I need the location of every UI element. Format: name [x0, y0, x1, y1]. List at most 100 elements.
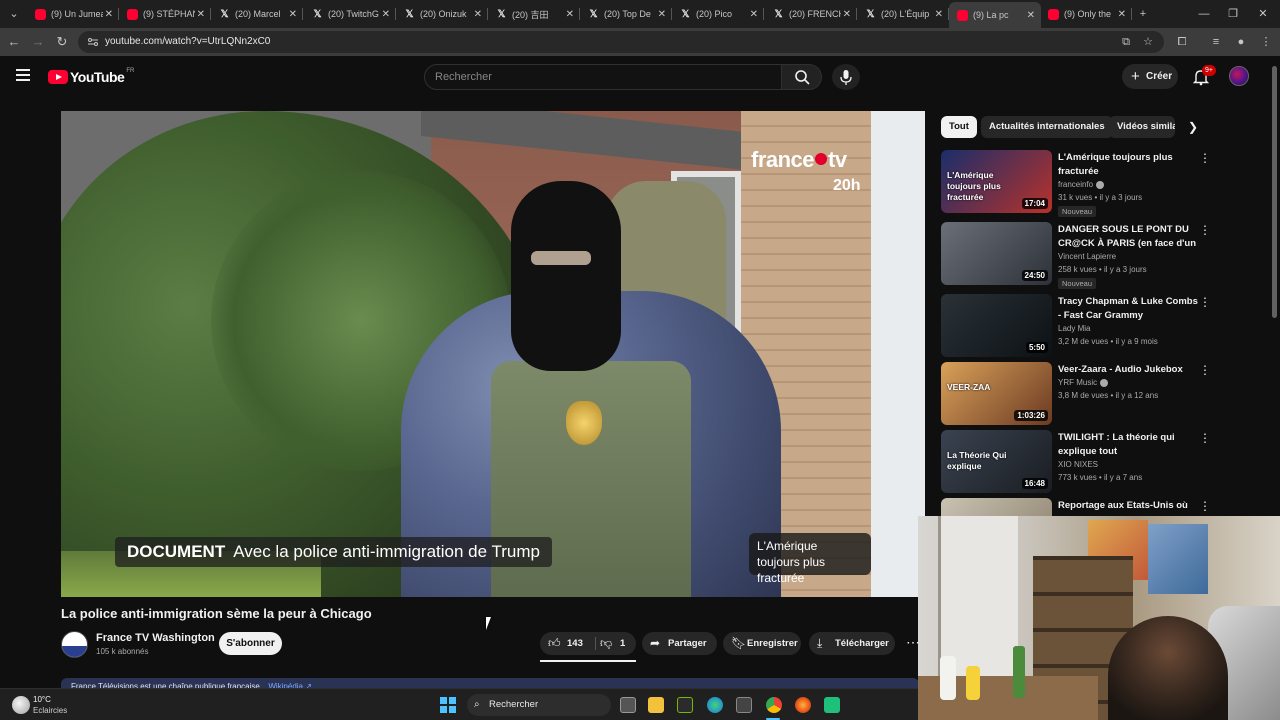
video-thumbnail[interactable]: La Théorie Qui explique 16:48 — [941, 430, 1052, 493]
recommended-video-title[interactable]: Reportage aux Etats-Unis où — [1058, 499, 1198, 513]
recommended-video[interactable]: L'Amérique toujours plus fracturée 17:04 L… — [941, 150, 1211, 217]
profile-icon[interactable]: ● — [1233, 34, 1249, 50]
close-tab-icon[interactable]: ✕ — [1027, 10, 1035, 21]
close-tab-icon[interactable]: ✕ — [658, 9, 666, 20]
task-view-icon[interactable] — [620, 697, 636, 713]
download-button[interactable]: ⤓ Télécharger — [809, 632, 895, 655]
recommended-video-title[interactable]: TWILIGHT : La théorie qui explique tout — [1058, 431, 1198, 458]
more-options-icon[interactable]: ⋮ — [1199, 152, 1211, 164]
tab-search-button[interactable]: ⌄ — [4, 4, 24, 24]
more-options-icon[interactable]: ⋮ — [1199, 224, 1211, 236]
recommended-video[interactable]: 5:50 Tracy Chapman & Luke Combs - Fast Ca… — [941, 294, 1211, 358]
close-tab-icon[interactable]: ✕ — [843, 9, 851, 20]
scrollbar-thumb[interactable] — [1272, 66, 1277, 318]
recommended-channel-name[interactable]: YRF Music — [1058, 378, 1109, 387]
chip-all[interactable]: Tout — [941, 116, 977, 138]
close-tab-icon[interactable]: ✕ — [935, 9, 943, 20]
recommended-video[interactable]: VEER-ZAA 1:03:26 Veer-Zaara - Audio Jukebo… — [941, 362, 1211, 426]
video-player[interactable]: france tv 20h DOCUMENT Avec la police ant… — [61, 111, 925, 597]
like-button[interactable]: 👍︎ 143 — [540, 632, 595, 655]
bookmark-star-icon[interactable]: ☆ — [1140, 34, 1156, 50]
more-options-icon[interactable]: ⋮ — [1199, 432, 1211, 444]
browser-tab[interactable]: 𝕏 (20) FRENCH ✕ — [765, 2, 857, 26]
recommended-channel-name[interactable]: Vincent Lapierre — [1058, 252, 1116, 261]
more-options-icon[interactable]: ⋮ — [1199, 500, 1211, 512]
browser-tab[interactable]: 𝕏 (20) 吉田 ✕ — [488, 2, 580, 26]
minimize-button[interactable]: — — [1193, 4, 1215, 24]
restore-button[interactable]: ❐ — [1222, 4, 1244, 24]
video-thumbnail[interactable]: 5:50 — [941, 294, 1052, 357]
weather-icon[interactable] — [12, 696, 30, 714]
create-button[interactable]: + Créer — [1122, 64, 1178, 89]
close-window-button[interactable]: ✕ — [1252, 4, 1274, 24]
close-tab-icon[interactable]: ✕ — [566, 9, 574, 20]
store-icon[interactable] — [736, 697, 752, 713]
close-tab-icon[interactable]: ✕ — [382, 9, 390, 20]
weather-temperature[interactable]: 10°C — [33, 695, 51, 704]
share-button[interactable]: ➦ Partager — [642, 632, 717, 655]
youtube-logo[interactable]: YouTube FR — [48, 68, 134, 86]
channel-avatar[interactable] — [61, 631, 88, 658]
recommended-channel-name[interactable]: Lady Mia — [1058, 324, 1090, 333]
close-tab-icon[interactable]: ✕ — [197, 9, 205, 20]
subscribe-button[interactable]: S'abonner — [219, 632, 282, 655]
recommended-video[interactable]: La Théorie Qui explique 16:48 TWILIGHT : L… — [941, 430, 1211, 494]
browser-menu-icon[interactable]: ⋮ — [1258, 34, 1274, 50]
more-options-icon[interactable]: ⋮ — [1199, 296, 1211, 308]
weather-description[interactable]: Eclaircies — [33, 706, 67, 715]
recommended-video-title[interactable]: Veer-Zaara - Audio Jukebox — [1058, 363, 1198, 377]
recommended-video-title[interactable]: Tracy Chapman & Luke Combs - Fast Car Gr… — [1058, 295, 1198, 322]
chevron-right-icon[interactable]: ❯ — [1185, 119, 1201, 135]
browser-tab[interactable]: (9) La pc ✕ — [949, 2, 1041, 28]
taskbar-search[interactable]: ⌕ Rechercher — [467, 694, 611, 716]
close-tab-icon[interactable]: ✕ — [750, 9, 758, 20]
video-thumbnail[interactable]: VEER-ZAA 1:03:26 — [941, 362, 1052, 425]
browser-tab[interactable]: (9) STÉPHAN ✕ — [119, 2, 211, 26]
chip-international-news[interactable]: Actualités internationales — [981, 116, 1113, 138]
windows-start-icon[interactable] — [440, 697, 456, 713]
app-icon[interactable] — [824, 697, 840, 713]
video-thumbnail[interactable]: L'Amérique toujours plus fracturée 17:04 — [941, 150, 1052, 213]
recommended-video[interactable]: 24:50 DANGER SOUS LE PONT DU CR@CK À PARI… — [941, 222, 1211, 289]
save-button[interactable]: 🔖︎ Enregistrer — [723, 632, 801, 655]
browser-tab[interactable]: (9) Only the ✕ — [1040, 2, 1132, 26]
channel-name[interactable]: France TV Washington — [96, 632, 215, 644]
reload-icon[interactable]: ↻ — [52, 32, 72, 52]
install-app-icon[interactable]: ⧉ — [1118, 34, 1134, 50]
browser-tab[interactable]: 𝕏 (20) L'Équip ✕ — [857, 2, 949, 26]
browser-tab[interactable]: 𝕏 (20) TwitchG ✕ — [304, 2, 396, 26]
video-thumbnail[interactable]: 24:50 — [941, 222, 1052, 285]
browser-tab[interactable]: (9) Un Jumea ✕ — [27, 2, 119, 26]
address-bar[interactable]: youtube.com/watch?v=UtrLQNn2xC0 — [78, 31, 1164, 53]
media-controls-icon[interactable]: ≡ — [1208, 34, 1224, 50]
voice-search-button[interactable] — [832, 64, 860, 90]
close-tab-icon[interactable]: ✕ — [474, 9, 482, 20]
browser-tab[interactable]: 𝕏 (20) Marcel ✕ — [211, 2, 303, 26]
recommended-channel-name[interactable]: XIO NIXES — [1058, 460, 1098, 469]
extensions-icon[interactable]: ⧠ — [1174, 34, 1190, 50]
browser-tab[interactable]: 𝕏 (20) Pico ✕ — [672, 2, 764, 26]
chip-similar-videos[interactable]: Vidéos simila — [1109, 116, 1175, 138]
search-button[interactable] — [781, 64, 822, 90]
edge-icon[interactable] — [707, 697, 723, 713]
browser-tab[interactable]: 𝕏 (20) Onizuk ✕ — [396, 2, 488, 26]
close-tab-icon[interactable]: ✕ — [1118, 9, 1126, 20]
new-tab-button[interactable]: + — [1133, 4, 1153, 24]
account-avatar[interactable] — [1229, 66, 1249, 86]
browser-tab[interactable]: 𝕏 (20) Top De ✕ — [580, 2, 672, 26]
forward-icon[interactable]: → — [28, 32, 48, 52]
close-tab-icon[interactable]: ✕ — [289, 9, 297, 20]
recommended-channel-name[interactable]: franceinfo — [1058, 180, 1105, 189]
firefox-icon[interactable] — [795, 697, 811, 713]
back-icon[interactable]: ← — [4, 32, 24, 52]
site-info-icon[interactable] — [87, 36, 99, 48]
hamburger-menu-icon[interactable] — [16, 69, 30, 83]
chrome-icon[interactable] — [766, 697, 782, 713]
nvidia-icon[interactable] — [677, 697, 693, 713]
search-input[interactable]: Rechercher — [424, 64, 782, 90]
recommended-video-title[interactable]: L'Amérique toujours plus fracturée — [1058, 151, 1198, 178]
recommended-video-title[interactable]: DANGER SOUS LE PONT DU CR@CK À PARIS (en… — [1058, 223, 1198, 250]
close-tab-icon[interactable]: ✕ — [105, 9, 113, 20]
dislike-button[interactable]: 👎︎ 1 — [596, 632, 636, 655]
file-explorer-icon[interactable] — [648, 697, 664, 713]
